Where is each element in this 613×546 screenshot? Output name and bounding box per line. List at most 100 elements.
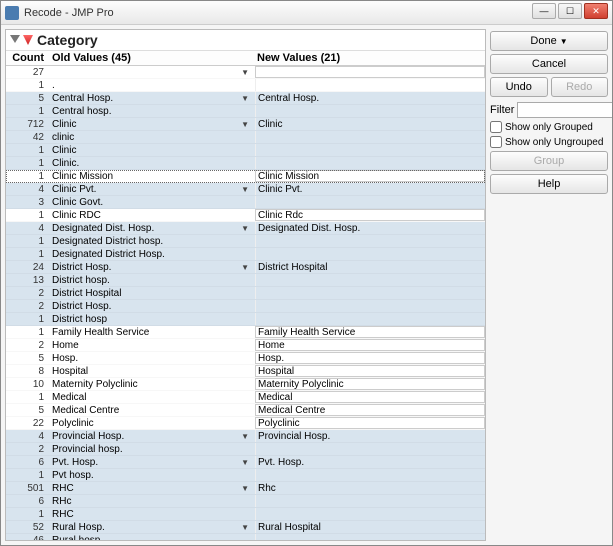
table-row[interactable]: 10Maternity PolyclinicMaternity Polyclin… bbox=[6, 378, 485, 391]
old-value-cell[interactable]: District hosp bbox=[50, 313, 255, 325]
group-arrow-icon[interactable]: ▼ bbox=[241, 261, 249, 273]
table-row[interactable]: 5Medical CentreMedical Centre bbox=[6, 404, 485, 417]
close-button[interactable]: ✕ bbox=[584, 3, 608, 19]
old-value-cell[interactable]: District Hospital bbox=[50, 287, 255, 299]
count-header[interactable]: Count bbox=[6, 52, 50, 64]
old-value-cell[interactable]: Designated District Hosp. bbox=[50, 248, 255, 260]
show-grouped-checkbox[interactable] bbox=[490, 121, 502, 133]
table-body[interactable]: 27▼1.5Central Hosp.▼Central Hosp.1Centra… bbox=[6, 66, 485, 540]
table-row[interactable]: 4Provincial Hosp.▼Provincial Hosp. bbox=[6, 430, 485, 443]
table-row[interactable]: 1MedicalMedical bbox=[6, 391, 485, 404]
table-row[interactable]: 6RHc bbox=[6, 495, 485, 508]
new-value-cell[interactable]: Polyclinic bbox=[255, 417, 485, 429]
filter-input[interactable] bbox=[517, 102, 612, 118]
old-value-cell[interactable]: Central Hosp.▼ bbox=[50, 92, 255, 104]
table-row[interactable]: 52Rural Hosp.▼Rural Hospital bbox=[6, 521, 485, 534]
show-ungrouped-row[interactable]: Show only Ungrouped bbox=[490, 136, 608, 148]
hotspot-icon[interactable] bbox=[23, 35, 33, 45]
table-row[interactable]: 4Designated Dist. Hosp.▼Designated Dist.… bbox=[6, 222, 485, 235]
old-value-cell[interactable]: Polyclinic bbox=[50, 417, 255, 429]
new-values-header[interactable]: New Values (21) bbox=[255, 52, 485, 64]
old-value-cell[interactable]: RHC▼ bbox=[50, 482, 255, 494]
old-value-cell[interactable]: Hospital bbox=[50, 365, 255, 377]
old-value-cell[interactable]: Clinic▼ bbox=[50, 118, 255, 130]
titlebar[interactable]: Recode - JMP Pro — ☐ ✕ bbox=[1, 1, 612, 25]
old-value-cell[interactable]: clinic bbox=[50, 131, 255, 143]
group-arrow-icon[interactable]: ▼ bbox=[241, 222, 249, 234]
done-button[interactable]: Done▼ bbox=[490, 31, 608, 51]
table-row[interactable]: 6Pvt. Hosp.▼Pvt. Hosp. bbox=[6, 456, 485, 469]
old-value-cell[interactable]: ▼ bbox=[50, 66, 255, 78]
undo-button[interactable]: Undo bbox=[490, 77, 548, 97]
table-row[interactable]: 1Pvt hosp. bbox=[6, 469, 485, 482]
disclosure-icon[interactable] bbox=[10, 35, 20, 45]
old-value-cell[interactable]: Central hosp. bbox=[50, 105, 255, 117]
table-row[interactable]: 5Central Hosp.▼Central Hosp. bbox=[6, 92, 485, 105]
old-value-cell[interactable]: District Hosp. bbox=[50, 300, 255, 312]
table-row[interactable]: 4Clinic Pvt.▼Clinic Pvt. bbox=[6, 183, 485, 196]
new-value-cell[interactable]: Maternity Polyclinic bbox=[255, 378, 485, 390]
old-value-cell[interactable]: Provincial Hosp.▼ bbox=[50, 430, 255, 442]
old-value-cell[interactable]: Clinic. bbox=[50, 157, 255, 169]
old-value-cell[interactable]: RHc bbox=[50, 495, 255, 507]
table-row[interactable]: 1Clinic MissionClinic Mission bbox=[6, 170, 485, 183]
old-value-cell[interactable]: Clinic Govt. bbox=[50, 196, 255, 208]
group-arrow-icon[interactable]: ▼ bbox=[241, 183, 249, 195]
group-arrow-icon[interactable]: ▼ bbox=[241, 118, 249, 130]
old-value-cell[interactable]: Clinic bbox=[50, 144, 255, 156]
table-row[interactable]: 8HospitalHospital bbox=[6, 365, 485, 378]
show-grouped-row[interactable]: Show only Grouped bbox=[490, 121, 608, 133]
table-row[interactable]: 46Rural hosp. bbox=[6, 534, 485, 540]
new-value-cell[interactable]: Medical Centre bbox=[255, 404, 485, 416]
table-row[interactable]: 2District Hosp. bbox=[6, 300, 485, 313]
group-arrow-icon[interactable]: ▼ bbox=[241, 430, 249, 442]
old-value-cell[interactable]: Medical bbox=[50, 391, 255, 403]
new-value-cell[interactable]: Medical bbox=[255, 391, 485, 403]
table-row[interactable]: 2Provincial hosp. bbox=[6, 443, 485, 456]
table-row[interactable]: 24District Hosp.▼District Hospital bbox=[6, 261, 485, 274]
old-value-cell[interactable]: Designated District hosp. bbox=[50, 235, 255, 247]
table-row[interactable]: 1Clinic bbox=[6, 144, 485, 157]
table-row[interactable]: 13District hosp. bbox=[6, 274, 485, 287]
table-row[interactable]: 1Clinic RDCClinic Rdc bbox=[6, 209, 485, 222]
old-value-cell[interactable]: District Hosp.▼ bbox=[50, 261, 255, 273]
old-value-cell[interactable]: Rural hosp. bbox=[50, 534, 255, 540]
old-value-cell[interactable]: Pvt hosp. bbox=[50, 469, 255, 481]
old-value-cell[interactable]: Family Health Service bbox=[50, 326, 255, 338]
new-value-cell[interactable]: Family Health Service bbox=[255, 326, 485, 338]
table-row[interactable]: 1. bbox=[6, 79, 485, 92]
group-arrow-icon[interactable]: ▼ bbox=[241, 92, 249, 104]
table-row[interactable]: 1RHC bbox=[6, 508, 485, 521]
old-value-cell[interactable]: . bbox=[50, 79, 255, 91]
table-row[interactable]: 2District Hospital bbox=[6, 287, 485, 300]
old-value-cell[interactable]: Clinic Mission bbox=[50, 170, 255, 182]
old-value-cell[interactable]: Pvt. Hosp.▼ bbox=[50, 456, 255, 468]
old-value-cell[interactable]: Maternity Polyclinic bbox=[50, 378, 255, 390]
table-row[interactable]: 1District hosp bbox=[6, 313, 485, 326]
new-value-cell[interactable] bbox=[255, 66, 485, 78]
old-value-cell[interactable]: Hosp. bbox=[50, 352, 255, 364]
old-value-cell[interactable]: Clinic RDC bbox=[50, 209, 255, 221]
minimize-button[interactable]: — bbox=[532, 3, 556, 19]
table-row[interactable]: 22PolyclinicPolyclinic bbox=[6, 417, 485, 430]
old-value-cell[interactable]: District hosp. bbox=[50, 274, 255, 286]
table-row[interactable]: 42clinic bbox=[6, 131, 485, 144]
old-value-cell[interactable]: Clinic Pvt.▼ bbox=[50, 183, 255, 195]
old-value-cell[interactable]: Medical Centre bbox=[50, 404, 255, 416]
table-row[interactable]: 1Designated District hosp. bbox=[6, 235, 485, 248]
old-values-header[interactable]: Old Values (45) bbox=[50, 52, 255, 64]
new-value-cell[interactable]: Home bbox=[255, 339, 485, 351]
table-row[interactable]: 1Designated District Hosp. bbox=[6, 248, 485, 261]
group-arrow-icon[interactable]: ▼ bbox=[241, 482, 249, 494]
old-value-cell[interactable]: RHC bbox=[50, 508, 255, 520]
show-ungrouped-checkbox[interactable] bbox=[490, 136, 502, 148]
maximize-button[interactable]: ☐ bbox=[558, 3, 582, 19]
new-value-cell[interactable]: Clinic Rdc bbox=[255, 209, 485, 221]
table-row[interactable]: 1Central hosp. bbox=[6, 105, 485, 118]
old-value-cell[interactable]: Rural Hosp.▼ bbox=[50, 521, 255, 533]
table-row[interactable]: 27▼ bbox=[6, 66, 485, 79]
table-row[interactable]: 1Family Health ServiceFamily Health Serv… bbox=[6, 326, 485, 339]
group-arrow-icon[interactable]: ▼ bbox=[241, 66, 249, 78]
group-arrow-icon[interactable]: ▼ bbox=[241, 521, 249, 533]
help-button[interactable]: Help bbox=[490, 174, 608, 194]
